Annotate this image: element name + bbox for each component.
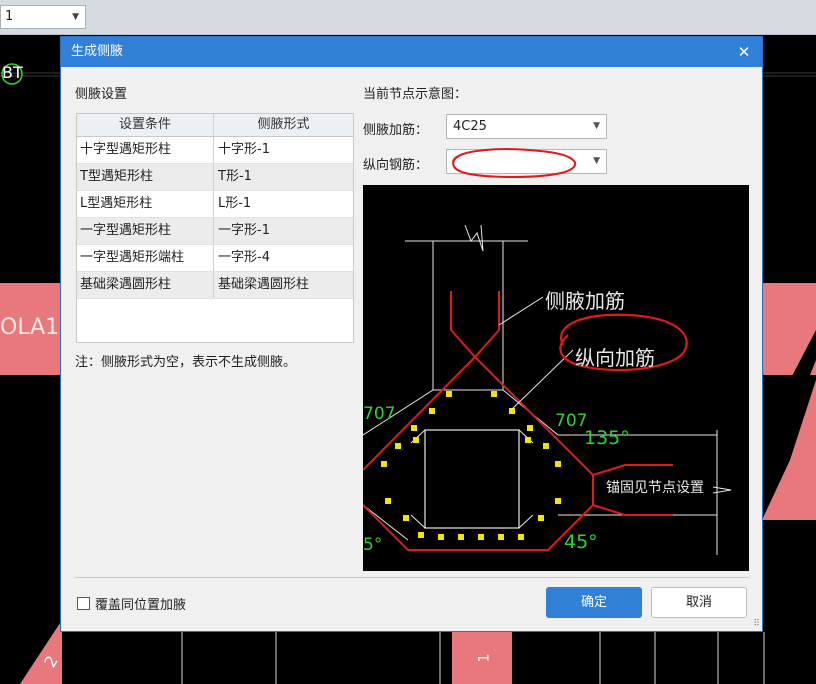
close-icon[interactable]: ✕: [732, 37, 756, 67]
generate-haunch-dialog: 生成侧腋 ✕ 侧腋设置 设置条件 侧腋形式 十字型遇矩形柱 十字形-1 T型遇矩…: [60, 36, 763, 632]
resize-grip-icon[interactable]: ⠿: [753, 619, 760, 629]
cad-beam-label: OLA1: [0, 315, 60, 340]
table-cell-condition: 一字型遇矩形柱: [77, 218, 214, 244]
table-row[interactable]: 十字型遇矩形柱 十字形-1: [77, 137, 353, 164]
table-cell-form[interactable]: 一字形-4: [214, 245, 353, 271]
table-cell-form[interactable]: 十字形-1: [214, 137, 353, 163]
table-cell-form[interactable]: 一字形-1: [214, 218, 353, 244]
haunch-settings-table: 设置条件 侧腋形式 十字型遇矩形柱 十字形-1 T型遇矩形柱 T形-1 L型遇矩…: [76, 113, 354, 343]
table-row[interactable]: 一字型遇矩形端柱 一字形-4: [77, 245, 353, 272]
table-row[interactable]: L型遇矩形柱 L形-1: [77, 191, 353, 218]
dialog-titlebar[interactable]: 生成侧腋 ✕: [61, 37, 762, 67]
checkbox-box[interactable]: [77, 597, 90, 610]
chevron-down-icon: ▼: [593, 156, 600, 166]
settings-section-title: 侧腋设置: [75, 87, 128, 102]
long-rebar-select[interactable]: ▼: [446, 148, 607, 178]
ok-button[interactable]: 确定: [546, 587, 642, 618]
overwrite-checkbox[interactable]: 覆盖同位置加腋: [77, 594, 186, 613]
diagram-label-anchor: 锚固见节点设置: [606, 480, 704, 496]
table-cell-form[interactable]: L形-1: [214, 191, 353, 217]
table-cell-condition: 一字型遇矩形端柱: [77, 245, 214, 271]
table-cell-condition: 基础梁遇圆形柱: [77, 272, 214, 298]
floor-select-value: 1: [5, 9, 14, 24]
table-cell-condition: 十字型遇矩形柱: [77, 137, 214, 163]
cad-axis-label: BT: [2, 63, 23, 82]
cad-bottom-label: 1: [476, 653, 493, 663]
table-cell-form[interactable]: 基础梁遇圆形柱: [214, 272, 353, 298]
table-row[interactable]: 基础梁遇圆形柱 基础梁遇圆形柱: [77, 272, 353, 299]
diagram-dim-bottom-left: 5°: [363, 535, 383, 555]
haunch-rebar-select[interactable]: 4C25 ▼: [446, 114, 607, 139]
chevron-down-icon: ▼: [72, 12, 79, 22]
diagram-dim-left: 707: [363, 404, 396, 424]
footer-divider: [75, 577, 749, 578]
table-header: 设置条件 侧腋形式: [77, 114, 353, 137]
table-row[interactable]: T型遇矩形柱 T形-1: [77, 164, 353, 191]
node-diagram: [363, 185, 749, 571]
table-note: 注：侧腋形式为空，表示不生成侧腋。: [75, 355, 297, 370]
dialog-title: 生成侧腋: [71, 44, 124, 59]
table-cell-condition: L型遇矩形柱: [77, 191, 214, 217]
diagram-angle-135: 135°: [584, 427, 630, 449]
table-row[interactable]: 一字型遇矩形柱 一字形-1: [77, 218, 353, 245]
red-annotation-ellipse: [452, 148, 577, 178]
toolbar-strip: [0, 0, 816, 35]
long-rebar-label: 纵向钢筋：: [363, 158, 429, 173]
diagram-angle-45: 45°: [564, 531, 598, 553]
table-cell-condition: T型遇矩形柱: [77, 164, 214, 190]
chevron-down-icon: ▼: [593, 121, 600, 131]
overwrite-label: 覆盖同位置加腋: [95, 598, 187, 613]
column-header-form[interactable]: 侧腋形式: [214, 114, 353, 136]
cancel-button[interactable]: 取消: [651, 587, 747, 618]
diagram-label-haunch: 侧腋加筋: [545, 289, 625, 313]
preview-title: 当前节点示意图：: [363, 87, 468, 102]
diagram-dim-right: 707: [555, 411, 588, 431]
haunch-rebar-label: 侧腋加筋：: [363, 123, 429, 138]
floor-select[interactable]: 1 ▼: [0, 5, 86, 29]
table-cell-form[interactable]: T形-1: [214, 164, 353, 190]
diagram-label-longitudinal: 纵向加筋: [575, 346, 655, 370]
haunch-rebar-value: 4C25: [453, 119, 487, 134]
column-header-condition[interactable]: 设置条件: [77, 114, 214, 136]
